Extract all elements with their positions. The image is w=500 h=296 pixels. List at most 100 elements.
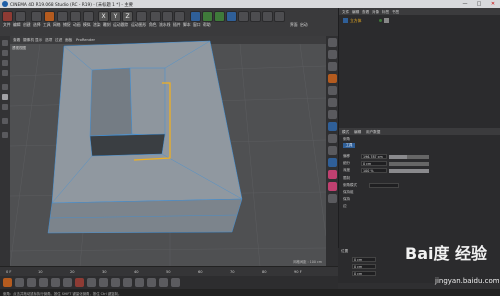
x-axis-button[interactable]: X [98, 11, 109, 22]
om-menu-objects[interactable]: 对象 [372, 10, 379, 15]
tool-icon-3[interactable] [328, 62, 337, 71]
menu-pipeline[interactable]: 流水线 [159, 22, 170, 28]
tool-icon-8[interactable] [328, 122, 337, 131]
render-settings-icon[interactable] [174, 11, 185, 22]
close-button[interactable]: ✕ [486, 0, 500, 8]
menu-help[interactable]: 帮助 [203, 22, 211, 28]
autokey-icon[interactable] [87, 278, 96, 287]
move-icon[interactable] [44, 11, 55, 22]
bevel-mode-dropdown[interactable] [369, 183, 399, 188]
y-axis-button[interactable]: Y [110, 11, 121, 22]
tool-icon-1[interactable] [328, 38, 337, 47]
next-key-icon[interactable] [63, 278, 72, 287]
om-menu-bookmarks[interactable]: 书签 [392, 10, 399, 15]
om-menu-tags[interactable]: 标签 [382, 10, 389, 15]
points-mode-icon[interactable] [2, 84, 8, 90]
subdivision-slider[interactable] [389, 161, 429, 166]
tool-icon-13[interactable] [328, 182, 337, 191]
am-menu-mode[interactable]: 模式 [342, 130, 349, 135]
menu-script[interactable]: 脚本 [183, 22, 191, 28]
scale-icon[interactable] [57, 11, 68, 22]
rotate-icon[interactable] [70, 11, 81, 22]
lock-workplane-icon[interactable] [2, 132, 8, 138]
next-frame-icon[interactable] [51, 278, 60, 287]
cube-icon[interactable] [190, 11, 201, 22]
edges-mode-icon[interactable] [2, 94, 8, 100]
tool-icon-12[interactable] [328, 170, 337, 179]
light-icon[interactable] [274, 11, 285, 22]
position-key-icon[interactable] [111, 278, 120, 287]
menu-edit[interactable]: 编辑 [13, 22, 21, 28]
menu-layout-startup[interactable]: 启动 [300, 22, 308, 28]
subdivision-icon[interactable] [214, 11, 225, 22]
visibility-dot-icon[interactable] [379, 19, 382, 22]
coord-system-icon[interactable] [136, 11, 147, 22]
menu-simulate[interactable]: 模拟 [83, 22, 91, 28]
menu-character[interactable]: 角色 [149, 22, 157, 28]
workplane-icon[interactable] [2, 70, 8, 76]
timeline-settings-icon[interactable] [171, 278, 180, 287]
pen-icon[interactable] [202, 11, 213, 22]
menu-tools[interactable]: 工具 [43, 22, 51, 28]
viewport[interactable]: 查看 摄像机 显示 选项 过滤 面板 ProRender 透视视图 网格间距:… [10, 36, 326, 266]
tool-icon-14[interactable] [328, 194, 337, 203]
menu-snap[interactable]: 捕捉 [63, 22, 71, 28]
menu-mograph[interactable]: 运动图形 [131, 22, 146, 28]
am-menu-userdata[interactable]: 用户数据 [366, 130, 380, 135]
scale-key-icon[interactable] [123, 278, 132, 287]
snap-icon[interactable] [2, 118, 8, 124]
offset-field[interactable]: 196.787 cm [361, 154, 387, 159]
depth-slider[interactable] [389, 168, 429, 173]
menu-plugins[interactable]: 插件 [173, 22, 181, 28]
depth-field[interactable]: 100 % [361, 168, 387, 173]
coord-z-field[interactable]: 0 cm [352, 271, 376, 276]
prev-frame-icon[interactable] [27, 278, 36, 287]
om-menu-file[interactable]: 文件 [342, 10, 349, 15]
rotation-key-icon[interactable] [135, 278, 144, 287]
tab-tool[interactable]: 工具 [343, 143, 355, 148]
tool-icon-9[interactable] [328, 134, 337, 143]
maximize-button[interactable]: □ [472, 0, 486, 8]
subdivision-field[interactable]: 0 cm [361, 161, 387, 166]
play-icon[interactable] [39, 278, 48, 287]
tool-icon-2[interactable] [328, 50, 337, 59]
tag-icon[interactable] [384, 18, 389, 23]
scene-canvas[interactable] [10, 36, 326, 266]
goto-start-icon[interactable] [3, 278, 12, 287]
tool-icon-5[interactable] [328, 86, 337, 95]
redo-icon[interactable] [15, 11, 26, 22]
am-menu-edit[interactable]: 编辑 [354, 130, 361, 135]
menu-create[interactable]: 创建 [23, 22, 31, 28]
make-editable-icon[interactable] [2, 40, 8, 46]
render-picture-icon[interactable] [162, 11, 173, 22]
menu-animate[interactable]: 动画 [73, 22, 81, 28]
tool-icon-4[interactable] [328, 74, 337, 83]
camera-icon[interactable] [262, 11, 273, 22]
menu-select[interactable]: 选择 [33, 22, 41, 28]
floor-icon[interactable] [250, 11, 261, 22]
object-item-cube[interactable]: 立方体 [350, 18, 361, 24]
offset-slider[interactable] [389, 154, 429, 159]
render-view-icon[interactable] [150, 11, 161, 22]
undo-icon[interactable] [2, 11, 13, 22]
tool-icon-7[interactable] [328, 110, 337, 119]
om-menu-edit[interactable]: 编辑 [352, 10, 359, 15]
param-key-icon[interactable] [147, 278, 156, 287]
menu-window[interactable]: 窗口 [193, 22, 201, 28]
minimize-button[interactable]: — [458, 0, 472, 8]
tool-icon-11[interactable] [328, 158, 337, 167]
polygons-mode-icon[interactable] [2, 104, 8, 110]
om-menu-view[interactable]: 查看 [362, 10, 369, 15]
coord-y-field[interactable]: 0 cm [352, 264, 376, 269]
menu-render[interactable]: 渲染 [93, 22, 101, 28]
menu-motion-tracker[interactable]: 运动跟踪 [113, 22, 128, 28]
menu-file[interactable]: 文件 [3, 22, 11, 28]
model-mode-icon[interactable] [2, 50, 8, 56]
prev-key-icon[interactable] [15, 278, 24, 287]
keyframe-selection-icon[interactable] [99, 278, 108, 287]
menu-mesh[interactable]: 网格 [53, 22, 61, 28]
z-axis-button[interactable]: Z [122, 11, 133, 22]
recent-tool-icon[interactable] [83, 11, 94, 22]
record-icon[interactable] [75, 278, 84, 287]
tool-icon-6[interactable] [328, 98, 337, 107]
